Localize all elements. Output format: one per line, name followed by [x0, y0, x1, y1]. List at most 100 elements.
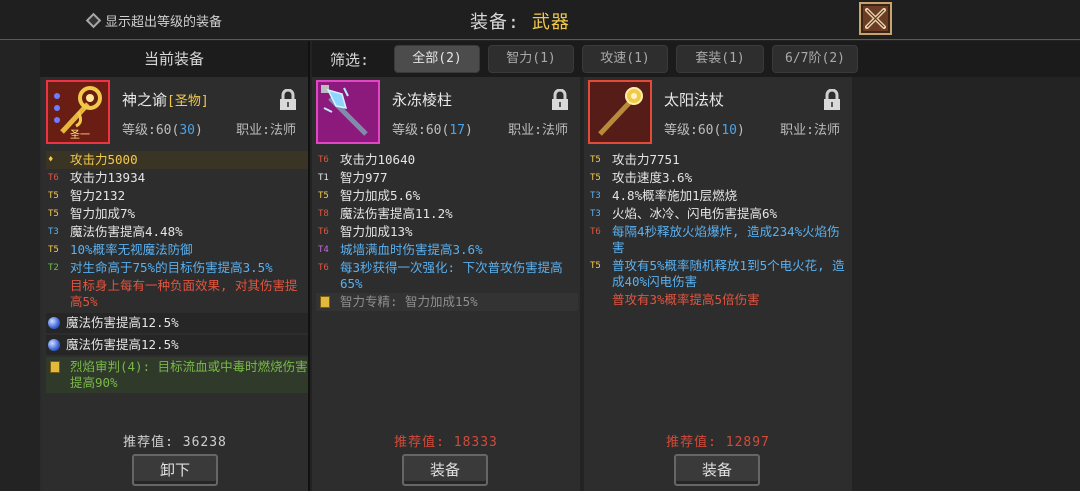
- item-card[interactable]: 永冻棱柱 等级:60(17) 职业:法师 T6 攻击力10640 T1 智力977 T5…: [312, 77, 580, 491]
- stat-text: 10%概率无视魔法防御: [70, 242, 193, 257]
- stat-tier: ♦: [48, 155, 54, 165]
- stat-tier: T6: [318, 155, 329, 165]
- stat-row: 魔法伤害提高12.5%: [46, 313, 308, 333]
- recommend-score: 推荐值: 36238: [123, 435, 227, 450]
- stat-text: 每隔4秒释放火焰爆炸, 造成234%火焰伤害: [612, 224, 840, 255]
- lock-icon[interactable]: [822, 89, 842, 111]
- stat-row: T4 城墙满血时伤害提高3.6%: [316, 241, 578, 259]
- stat-text: 智力专精: 智力加成15%: [340, 294, 478, 309]
- item-card[interactable]: 太阳法杖 等级:60(10) 职业:法师 T5 攻击力7751 T5 攻击速度3.6%…: [584, 77, 852, 491]
- stat-row: T5 攻击力7751: [588, 151, 850, 169]
- recommend-score: 推荐值: 18333: [394, 435, 498, 450]
- stat-row: 智力专精: 智力加成15%: [316, 293, 578, 311]
- lock-icon[interactable]: [550, 89, 570, 111]
- sun-staff-icon: [598, 87, 643, 136]
- filter-int-button[interactable]: 智力(1): [488, 45, 574, 73]
- stat-row: 魔法伤害提高12.5%: [46, 335, 308, 355]
- page-title: 装备: 武器: [470, 8, 570, 34]
- stat-row: 烈焰审判(4): 目标流血或中毒时燃烧伤害提高90%: [46, 357, 308, 393]
- stat-tier: T5: [590, 155, 601, 165]
- item-level: 等级:60(30): [122, 119, 203, 138]
- stat-text: 烈焰审判(4): 目标流血或中毒时燃烧伤害提高90%: [70, 359, 308, 390]
- close-icon[interactable]: [865, 8, 886, 29]
- stat-tier: T8: [318, 209, 329, 219]
- filter-set-button[interactable]: 套装(1): [676, 45, 764, 73]
- stat-row: T6 智力加成13%: [316, 223, 578, 241]
- item-class: 职业:法师: [780, 123, 840, 138]
- stat-text: 普攻有5%概率随机释放1到5个电火花, 造成40%闪电伤害: [612, 258, 845, 289]
- equipped-header: 当前装备: [40, 41, 308, 77]
- stat-tier: T6: [318, 263, 329, 273]
- book-icon: [320, 296, 330, 308]
- stat-tier: T6: [318, 227, 329, 237]
- book-icon: [50, 361, 60, 373]
- stat-tier: T1: [318, 173, 329, 183]
- item-badge: 圣一: [70, 130, 90, 141]
- filter-all-button[interactable]: 全部(2): [394, 45, 480, 73]
- equip-button[interactable]: 装备: [402, 454, 488, 486]
- category-label: 武器: [531, 12, 570, 33]
- stat-text: 魔法伤害提高11.2%: [340, 206, 453, 221]
- filter-bar: 筛选: 全部(2) 智力(1) 攻速(1) 套装(1) 6/7阶(2): [312, 41, 1080, 77]
- stat-row: 目标身上每有一种负面效果, 对其伤害提高5%: [46, 277, 308, 311]
- filter-tier-button[interactable]: 6/7阶(2): [772, 45, 858, 73]
- item-level: 等级:60(17): [392, 119, 473, 138]
- stat-row: T1 智力977: [316, 169, 578, 187]
- stat-tier: T5: [590, 173, 601, 183]
- stat-tier: T5: [48, 191, 59, 201]
- stat-row: T5 普攻有5%概率随机释放1到5个电火花, 造成40%闪电伤害: [588, 257, 850, 291]
- stat-list: ♦ 攻击力5000 T6 攻击力13934 T5 智力2132 T5 智力加成7% T3 魔法伤害…: [46, 151, 308, 393]
- stat-tier: T3: [590, 209, 601, 219]
- item-tag: [圣物]: [167, 94, 209, 109]
- level-close: ): [736, 123, 745, 138]
- stat-row: T6 每3秒获得一次强化: 下次普攻伤害提高65%: [316, 259, 578, 293]
- stat-text: 魔法伤害提高12.5%: [66, 315, 179, 330]
- ice-prism-staff-icon: [321, 85, 368, 136]
- stat-tier: T5: [318, 191, 329, 201]
- level-close: ): [464, 123, 473, 138]
- stat-text: 4.8%概率施加1层燃烧: [612, 188, 738, 203]
- stat-text: 魔法伤害提高12.5%: [66, 337, 179, 352]
- stat-text: 每3秒获得一次强化: 下次普攻伤害提高65%: [340, 260, 563, 291]
- stat-row: 普攻有3%概率提高5倍伤害: [588, 291, 850, 309]
- stat-tier: T4: [318, 245, 329, 255]
- stat-list: T6 攻击力10640 T1 智力977 T5 智力加成5.6% T8 魔法伤害提高11.2%…: [316, 151, 578, 311]
- stat-tier: T5: [590, 261, 601, 271]
- stat-text: 普攻有3%概率提高5倍伤害: [612, 292, 760, 307]
- stat-row: T6 每隔4秒释放火焰爆炸, 造成234%火焰伤害: [588, 223, 850, 257]
- gem-icon: [48, 317, 60, 329]
- item-name: 太阳法杖: [664, 91, 725, 109]
- stat-text: 攻击力10640: [340, 152, 416, 167]
- show-over-level-toggle[interactable]: 显示超出等级的装备: [85, 11, 223, 30]
- stat-tier: T6: [590, 227, 601, 237]
- stat-text: 对生命高于75%的目标伤害提高3.5%: [70, 260, 273, 275]
- stat-row: T2 对生命高于75%的目标伤害提高3.5%: [46, 259, 308, 277]
- recommend-score: 推荐值: 12897: [666, 435, 770, 450]
- filter-speed-button[interactable]: 攻速(1): [582, 45, 668, 73]
- item-icon-frame: 圣一: [46, 80, 110, 144]
- equip-button[interactable]: 装备: [674, 454, 760, 486]
- item-name: 神之谕[圣物]: [122, 89, 209, 110]
- item-name: 永冻棱柱: [392, 91, 453, 109]
- stat-text: 智力2132: [70, 188, 126, 203]
- stat-row: T5 智力加成7%: [46, 205, 308, 223]
- stat-row: T8 魔法伤害提高11.2%: [316, 205, 578, 223]
- level-close: ): [194, 123, 203, 138]
- stat-text: 攻击速度3.6%: [612, 170, 693, 185]
- level-label: 等级:60(: [664, 123, 722, 138]
- equipped-item-card[interactable]: 圣一 神之谕[圣物] 等级:60(30) 职业:法师 ♦ 攻击力5000 T6 攻击力…: [42, 77, 308, 491]
- stat-text: 攻击力5000: [70, 152, 138, 167]
- checkbox-diamond-icon[interactable]: [85, 12, 102, 29]
- stat-text: 攻击力7751: [612, 152, 680, 167]
- lock-icon[interactable]: [278, 89, 298, 111]
- item-icon-frame: [588, 80, 652, 144]
- show-over-level-label: 显示超出等级的装备: [105, 15, 223, 30]
- filter-label: 筛选:: [330, 51, 370, 69]
- stat-tier: T5: [48, 209, 59, 219]
- stat-row: T3 4.8%概率施加1层燃烧: [588, 187, 850, 205]
- top-bar: 显示超出等级的装备 装备: 武器: [0, 0, 1080, 40]
- stat-text: 智力977: [340, 170, 388, 185]
- close-button[interactable]: [859, 2, 892, 35]
- stat-text: 目标身上每有一种负面效果, 对其伤害提高5%: [70, 278, 298, 309]
- unequip-button[interactable]: 卸下: [132, 454, 218, 486]
